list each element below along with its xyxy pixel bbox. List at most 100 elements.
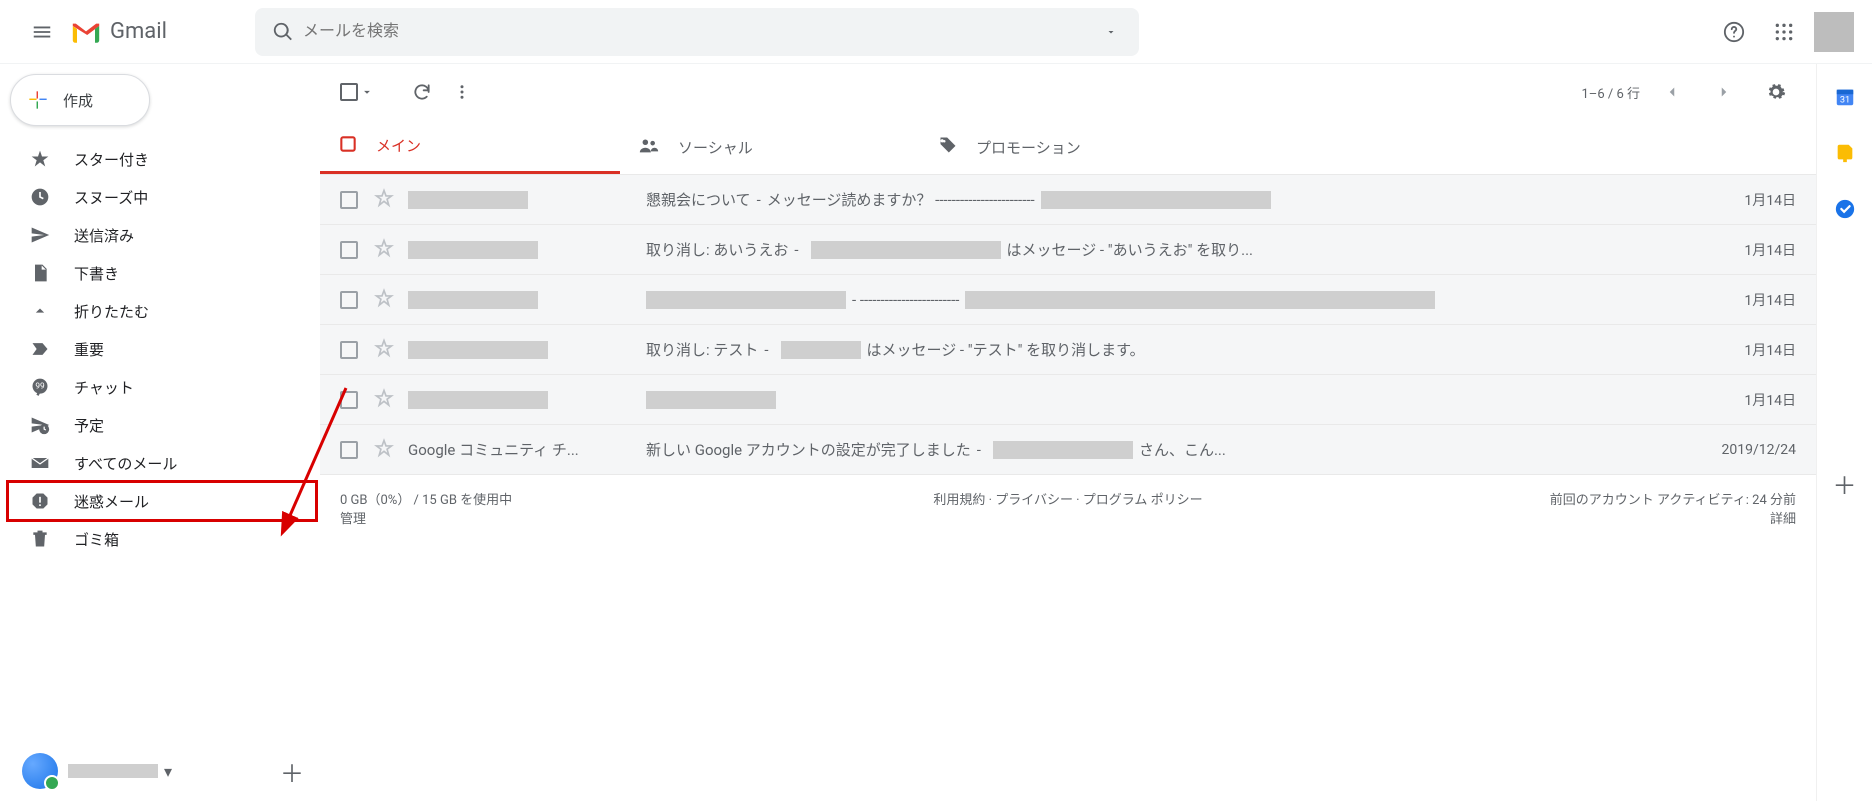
gmail-logo[interactable]: Gmail	[70, 19, 167, 44]
star-toggle[interactable]	[374, 188, 394, 212]
message-row[interactable]: 取り消し: テスト - はメッセージ - "テスト" を取り消します。 1月14日	[320, 325, 1816, 375]
sidebar-item-label: 予定	[74, 415, 104, 436]
tab-tag[interactable]: プロモーション	[920, 120, 1220, 174]
tab-label: ソーシャル	[678, 137, 753, 158]
sidebar-item-label: スヌーズ中	[74, 187, 148, 208]
search-icon[interactable]	[263, 12, 303, 52]
compose-button[interactable]: 作成	[10, 74, 150, 126]
all-icon	[28, 451, 52, 475]
user-avatar-icon	[22, 753, 58, 789]
side-panel: 31 ＋	[1816, 64, 1872, 801]
refresh-button[interactable]	[402, 72, 442, 112]
tab-inbox[interactable]: メイン	[320, 120, 620, 174]
chevron-down-icon	[360, 85, 374, 99]
sidebar-item-label: 下書き	[74, 263, 119, 284]
row-checkbox[interactable]	[340, 241, 358, 259]
sender-cell	[408, 341, 628, 359]
sidebar-item-trash[interactable]: ゴミ箱	[0, 520, 320, 558]
row-checkbox[interactable]	[340, 441, 358, 459]
select-all-checkbox[interactable]	[340, 83, 374, 101]
star-toggle[interactable]	[374, 388, 394, 412]
star-toggle[interactable]	[374, 238, 394, 262]
spam-icon	[28, 489, 52, 513]
support-button[interactable]	[1714, 12, 1754, 52]
message-row[interactable]: - ------------------------ 1月14日	[320, 275, 1816, 325]
row-checkbox[interactable]	[340, 291, 358, 309]
sidebar-item-spam[interactable]: 迷惑メール	[0, 482, 320, 520]
main-menu-button[interactable]	[18, 8, 66, 56]
sidebar-item-label: 折りたたむ	[74, 301, 149, 322]
subject-cell: 懇親会について - メッセージ読めますか？ ------------------…	[646, 189, 1726, 210]
main-pane: 1–6 / 6 行 メイン ソーシャル プロモーション 懇親会について - メッセー…	[320, 64, 1816, 801]
new-chat-button[interactable]: ＋	[280, 754, 304, 789]
subject-cell: 取り消し: あいうえお - はメッセージ - "あいうえお" を取り...	[646, 239, 1726, 260]
toolbar: 1–6 / 6 行	[320, 64, 1816, 120]
pagination-range: 1–6 / 6 行	[1582, 83, 1641, 102]
footer: 0 GB（0%） / 15 GB を使用中 管理 利用規約 · プライバシー ·…	[320, 475, 1816, 541]
search-options-dropdown[interactable]	[1091, 12, 1131, 52]
sidebar-item-label: 重要	[74, 339, 104, 360]
prev-page-button[interactable]	[1652, 72, 1692, 112]
sidebar-item-clock[interactable]: スヌーズ中	[0, 178, 320, 216]
sidebar-item-important[interactable]: 重要	[0, 330, 320, 368]
date-cell: 1月14日	[1744, 290, 1796, 310]
sidebar-item-label: 送信済み	[74, 225, 134, 246]
settings-button[interactable]	[1756, 72, 1796, 112]
category-tabs: メイン ソーシャル プロモーション	[320, 120, 1816, 174]
subject-cell: 新しい Google アカウントの設定が完了しました - さん、こん...	[646, 439, 1704, 460]
send-icon	[28, 223, 52, 247]
tab-label: プロモーション	[976, 137, 1081, 158]
next-page-button[interactable]	[1704, 72, 1744, 112]
search-input[interactable]	[303, 8, 1091, 56]
activity-details-link[interactable]: 詳細	[1770, 512, 1796, 527]
sidebar-item-all[interactable]: すべてのメール	[0, 444, 320, 482]
header: Gmail	[0, 0, 1872, 64]
message-row[interactable]: Google コミュニティ チ...新しい Google アカウントの設定が完了…	[320, 425, 1816, 475]
more-button[interactable]	[442, 72, 482, 112]
sender-cell	[408, 191, 628, 209]
policies-links[interactable]: 利用規約 · プライバシー · プログラム ポリシー	[933, 493, 1202, 508]
keep-addon-button[interactable]	[1834, 142, 1856, 164]
apps-grid-button[interactable]	[1764, 12, 1804, 52]
manage-storage-link[interactable]: 管理	[340, 512, 366, 527]
sidebar-item-star[interactable]: スター付き	[0, 140, 320, 178]
message-row[interactable]: 取り消し: あいうえお - はメッセージ - "あいうえお" を取り... 1月1…	[320, 225, 1816, 275]
date-cell: 2019/12/24	[1722, 442, 1797, 458]
username-redacted	[68, 764, 158, 778]
calendar-addon-button[interactable]: 31	[1834, 86, 1856, 108]
sidebar-item-label: チャット	[74, 377, 134, 398]
date-cell: 1月14日	[1744, 340, 1796, 360]
tab-people[interactable]: ソーシャル	[620, 120, 920, 174]
chat-icon: 99	[28, 375, 52, 399]
hangouts-user[interactable]: ▾ ＋	[0, 741, 320, 801]
tab-label: メイン	[376, 135, 421, 156]
star-toggle[interactable]	[374, 288, 394, 312]
sidebar-item-send[interactable]: 送信済み	[0, 216, 320, 254]
sidebar-item-label: すべてのメール	[74, 453, 177, 474]
sidebar-item-draft[interactable]: 下書き	[0, 254, 320, 292]
storage-text: 0 GB（0%） / 15 GB を使用中	[340, 489, 825, 508]
account-avatar[interactable]	[1814, 12, 1854, 52]
compose-label: 作成	[63, 90, 93, 111]
message-list: 懇親会について - メッセージ読めますか？ ------------------…	[320, 174, 1816, 475]
row-checkbox[interactable]	[340, 191, 358, 209]
svg-text:31: 31	[1839, 96, 1849, 106]
date-cell: 1月14日	[1744, 240, 1796, 260]
message-row[interactable]: 懇親会について - メッセージ読めますか？ ------------------…	[320, 175, 1816, 225]
plus-icon	[25, 87, 51, 113]
sender-cell	[408, 391, 628, 409]
subject-cell: - ------------------------	[646, 291, 1726, 309]
star-toggle[interactable]	[374, 338, 394, 362]
message-row[interactable]: 1月14日	[320, 375, 1816, 425]
row-checkbox[interactable]	[340, 341, 358, 359]
sidebar-item-label: ゴミ箱	[74, 529, 119, 550]
sidebar-item-collapse[interactable]: 折りたたむ	[0, 292, 320, 330]
sidebar: 作成 スター付きスヌーズ中送信済み下書き折りたたむ重要 99 チャット予定すべてのメ…	[0, 64, 320, 801]
sidebar-item-scheduled[interactable]: 予定	[0, 406, 320, 444]
get-addons-button[interactable]: ＋	[1833, 466, 1857, 501]
sidebar-item-chat[interactable]: 99 チャット	[0, 368, 320, 406]
subject-cell: 取り消し: テスト - はメッセージ - "テスト" を取り消します。	[646, 339, 1726, 360]
tasks-addon-button[interactable]	[1834, 198, 1856, 220]
star-toggle[interactable]	[374, 438, 394, 462]
row-checkbox[interactable]	[340, 391, 358, 409]
